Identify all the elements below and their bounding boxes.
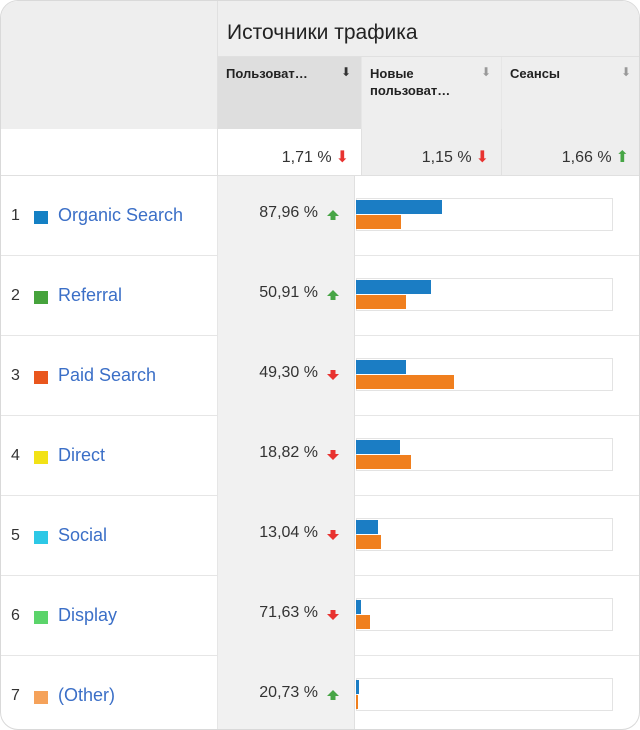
arrow-down-icon[interactable]: ⬇	[341, 65, 351, 79]
total-users: 1,71 % ⬇	[218, 129, 362, 176]
bar-series-1	[356, 520, 378, 534]
bar-track	[356, 678, 613, 711]
bar-track	[356, 518, 613, 551]
bar-series-2	[356, 215, 401, 229]
change-value: 49,30 %	[259, 364, 318, 381]
users-change-cell: 18,82 %	[218, 416, 355, 496]
bar-series-1	[356, 360, 406, 374]
users-change-cell: 87,96 %	[218, 176, 355, 256]
source-link[interactable]: Display	[58, 605, 117, 626]
row-rank: 6	[11, 607, 20, 624]
arrow-down-icon: ⬇	[335, 149, 349, 166]
bar-series-2	[356, 695, 358, 709]
source-link[interactable]: (Other)	[58, 685, 115, 706]
change-value: 13,04 %	[259, 524, 318, 541]
arrow-up-icon: ⬆	[615, 149, 629, 166]
arrow-down-icon[interactable]: ⬇	[481, 65, 491, 79]
users-change-cell: 13,04 %	[218, 496, 355, 576]
dimension-cell: 6 Display	[1, 576, 218, 656]
dimension-cell: 7 (Other)	[1, 656, 218, 729]
row-rank: 4	[11, 447, 20, 464]
change-value: 50,91 %	[259, 284, 318, 301]
arrow-up-icon	[327, 290, 339, 300]
traffic-sources-report: Источники трафика Пользоват… ⬇ Новые пол…	[0, 0, 640, 730]
users-change-cell: 49,30 %	[218, 336, 355, 416]
table-row: 6 Display 71,63 %	[1, 576, 639, 656]
total-new-users: 1,15 % ⬇	[362, 129, 502, 176]
legend-swatch	[34, 531, 48, 544]
arrow-down-icon	[327, 610, 339, 620]
arrow-down-icon[interactable]: ⬇	[621, 65, 631, 79]
bar-series-1	[356, 440, 400, 454]
total-sessions: 1,66 % ⬆	[502, 129, 639, 176]
dimension-cell: 3 Paid Search	[1, 336, 218, 416]
column-label: Пользоват…	[226, 66, 308, 81]
legend-swatch	[34, 371, 48, 384]
change-value: 18,82 %	[259, 444, 318, 461]
row-rank: 7	[11, 687, 20, 704]
table-row: 2 Referral 50,91 %	[1, 256, 639, 336]
arrow-up-icon	[327, 690, 339, 700]
change-value: 20,73 %	[259, 684, 318, 701]
row-rank: 3	[11, 367, 20, 384]
dimension-header	[1, 1, 218, 129]
bar-series-2	[356, 375, 454, 389]
column-label: Новые пользоват…	[370, 66, 451, 98]
column-header-sessions[interactable]: Сеансы ⬇	[502, 57, 639, 129]
column-label: Сеансы	[510, 66, 561, 81]
legend-swatch	[34, 691, 48, 704]
arrow-down-icon: ⬇	[475, 149, 489, 166]
arrow-up-icon	[327, 210, 339, 220]
column-header-new-users[interactable]: Новые пользоват… ⬇	[362, 57, 502, 129]
users-change-cell: 71,63 %	[218, 576, 355, 656]
legend-swatch	[34, 211, 48, 224]
users-change-cell: 50,91 %	[218, 256, 355, 336]
row-rank: 1	[11, 207, 20, 224]
bar-track	[356, 598, 613, 631]
source-link[interactable]: Direct	[58, 445, 105, 466]
table-row: 3 Paid Search 49,30 %	[1, 336, 639, 416]
totals-label-cell	[1, 129, 218, 176]
bar-series-1	[356, 600, 361, 614]
dimension-cell: 1 Organic Search	[1, 176, 218, 256]
bar-series-2	[356, 615, 370, 629]
source-link[interactable]: Paid Search	[58, 365, 156, 386]
total-value: 1,15 %	[421, 149, 472, 166]
table-row: 7 (Other) 20,73 %	[1, 656, 639, 729]
bar-series-1	[356, 280, 431, 294]
bar-series-2	[356, 535, 381, 549]
dimension-cell: 2 Referral	[1, 256, 218, 336]
change-value: 87,96 %	[259, 204, 318, 221]
legend-swatch	[34, 291, 48, 304]
bar-series-2	[356, 455, 411, 469]
bar-series-1	[356, 200, 442, 214]
source-link[interactable]: Social	[58, 525, 107, 546]
source-link[interactable]: Organic Search	[58, 205, 183, 226]
total-value: 1,66 %	[561, 149, 612, 166]
row-rank: 5	[11, 527, 20, 544]
total-value: 1,71 %	[281, 149, 332, 166]
users-change-cell: 20,73 %	[218, 656, 355, 729]
arrow-down-icon	[327, 370, 339, 380]
table-row: 1 Organic Search 87,96 %	[1, 176, 639, 256]
report-title: Источники трафика	[227, 21, 418, 44]
legend-swatch	[34, 611, 48, 624]
change-value: 71,63 %	[259, 604, 318, 621]
dimension-cell: 5 Social	[1, 496, 218, 576]
bar-series-2	[356, 295, 406, 309]
table-row: 5 Social 13,04 %	[1, 496, 639, 576]
row-rank: 2	[11, 287, 20, 304]
column-header-users[interactable]: Пользоват… ⬇	[218, 57, 362, 129]
dimension-cell: 4 Direct	[1, 416, 218, 496]
source-link[interactable]: Referral	[58, 285, 122, 306]
arrow-down-icon	[327, 450, 339, 460]
legend-swatch	[34, 451, 48, 464]
arrow-down-icon	[327, 530, 339, 540]
table-row: 4 Direct 18,82 %	[1, 416, 639, 496]
bar-series-1	[356, 680, 359, 694]
